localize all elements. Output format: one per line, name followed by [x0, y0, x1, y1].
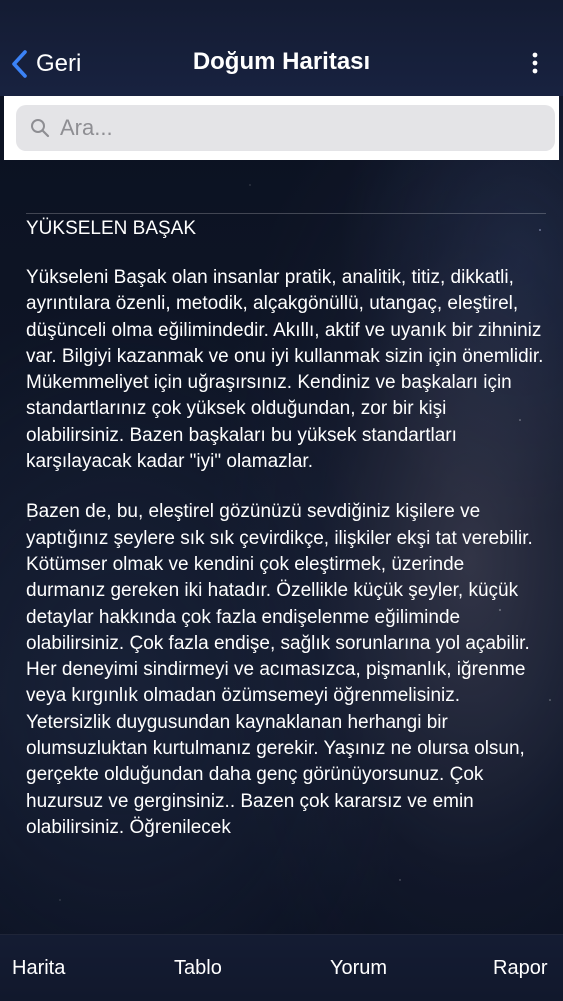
tab-rapor[interactable]: Rapor — [493, 957, 547, 980]
search-bar — [4, 96, 559, 160]
tab-harita[interactable]: Harita — [12, 957, 65, 980]
section-title: YÜKSELEN BAŞAK — [26, 218, 197, 239]
search-input[interactable] — [58, 114, 522, 142]
section-divider — [26, 213, 546, 214]
interpretation-paragraph: Bazen de, bu, eleştirel gözünüzü sevdiği… — [26, 501, 533, 838]
page-title: Doğum Haritası — [192, 48, 371, 75]
search-icon — [31, 119, 50, 138]
interpretation-content[interactable]: YÜKSELEN BAŞAK Yükseleni Başak olan insa… — [26, 216, 546, 934]
tab-tablo[interactable]: Tablo — [174, 957, 222, 980]
more-vertical-icon — [532, 52, 538, 74]
search-field[interactable] — [16, 105, 555, 151]
tab-yorum[interactable]: Yorum — [330, 957, 387, 980]
interpretation-paragraph: Yükseleni Başak olan insanlar pratik, an… — [26, 267, 544, 473]
tab-bar: Harita Tablo Yorum Rapor — [0, 934, 563, 1001]
more-options-button[interactable] — [527, 48, 543, 78]
navigation-bar: Geri Doğum Haritası — [0, 0, 563, 96]
